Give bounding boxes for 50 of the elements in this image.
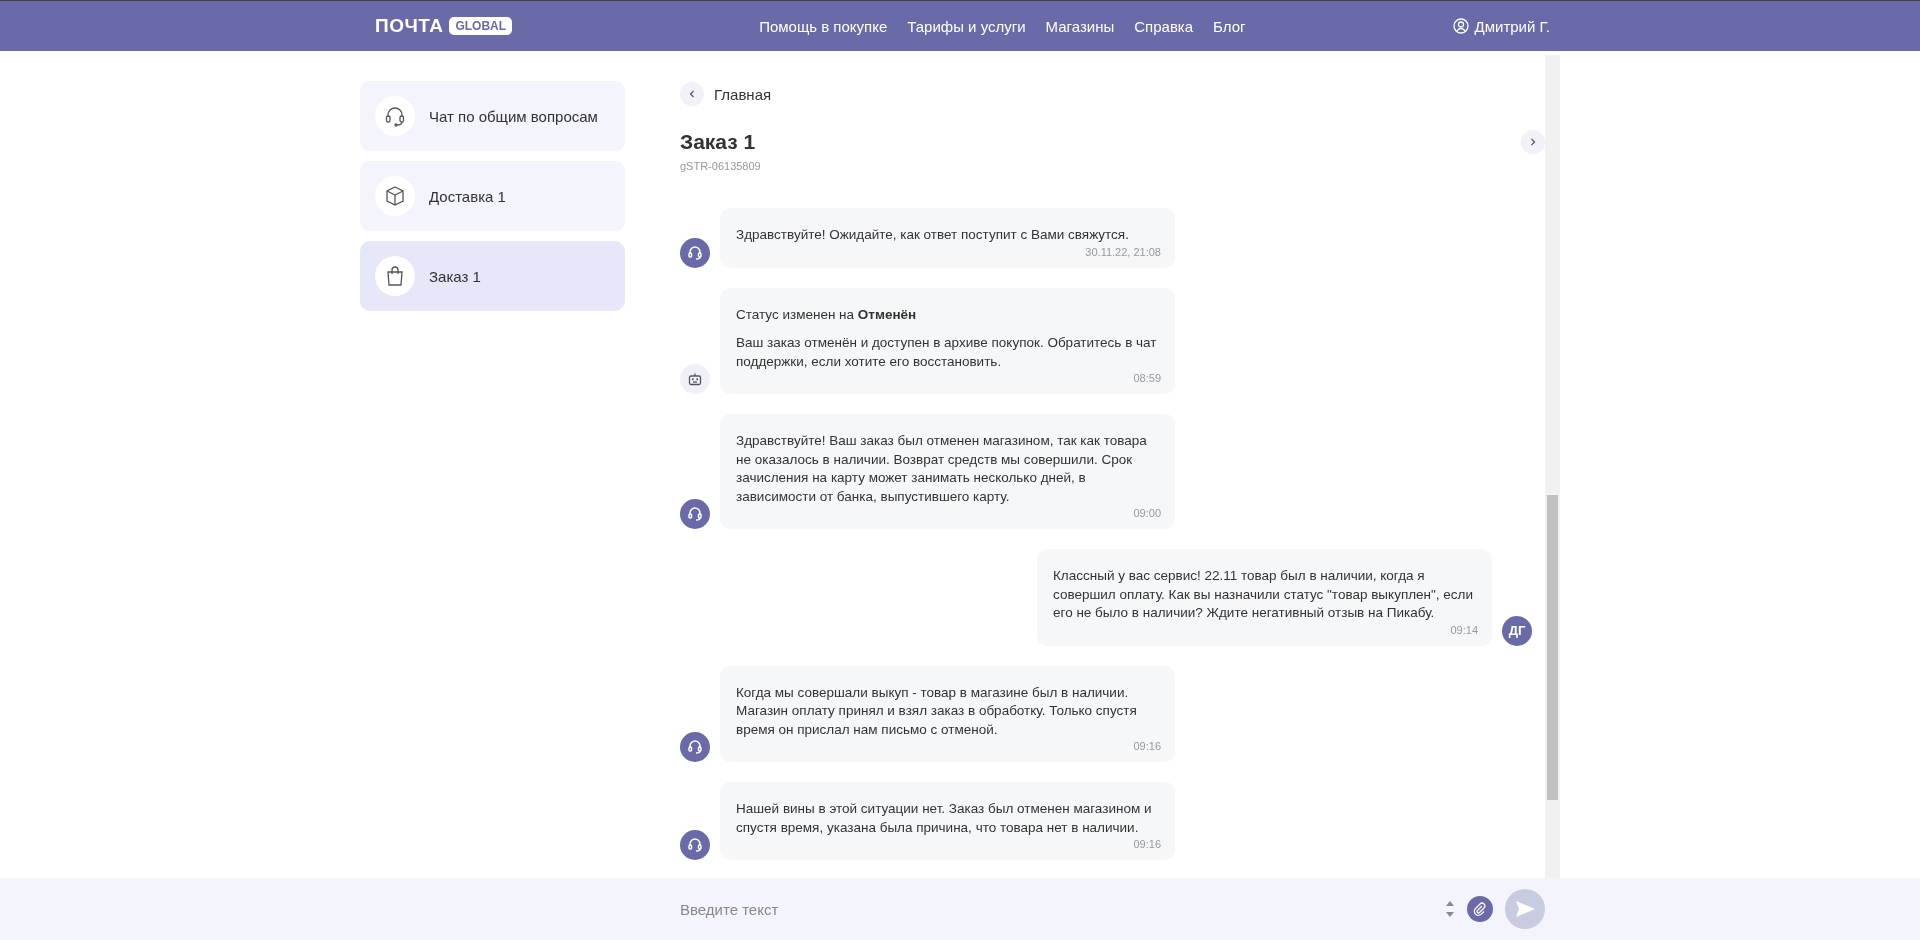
message-text: Статус изменен на Отменён [736, 305, 918, 324]
chevron-left-icon [687, 89, 697, 99]
nav-link[interactable]: Помощь в покупке [759, 17, 888, 35]
attach-button[interactable] [1467, 896, 1493, 922]
chat-title: Чат по общим вопросам [429, 107, 598, 125]
next-button[interactable] [1521, 130, 1545, 154]
headset-icon [687, 837, 703, 853]
page-title: Заказ 1 [680, 130, 756, 154]
nav-link[interactable]: Справка [1134, 17, 1194, 35]
nav-link[interactable]: Магазины [1045, 17, 1115, 35]
robot-icon [687, 371, 703, 387]
box-icon [383, 184, 407, 208]
message-text: Когда мы совершали выкуп - товар в магазине был в наличии. Магазин оплату принял и взял заказ в обработку. Только спустя время он прислал нам письмо с отменой. [736, 683, 1138, 739]
message-time: 09:16 [1132, 740, 1161, 752]
chat-list-item[interactable]: Доставка 1 [360, 161, 625, 231]
scrollbar-thumb[interactable] [1547, 495, 1558, 800]
back-button[interactable] [680, 82, 704, 106]
headset-icon [383, 104, 407, 128]
user-icon [1452, 18, 1469, 34]
send-button[interactable] [1505, 889, 1545, 929]
headset-icon [687, 739, 703, 755]
headset-icon [687, 506, 703, 522]
paperclip-icon [1473, 902, 1487, 916]
message-time: 30.11.22, 21:08 [1084, 245, 1161, 258]
scrollbar[interactable] [1545, 55, 1560, 878]
nav-link[interactable]: Тарифы и услуги [907, 17, 1026, 35]
chat-list-item[interactable]: Заказ 1 [360, 241, 625, 311]
message-text: Ваш заказ отменён и доступен в архиве покупок. Обратитесь в чат поддержки, если хотите его восстановить. [736, 334, 1158, 371]
chat-title: Заказ 1 [429, 267, 481, 285]
message-time: 09:00 [1132, 507, 1161, 519]
back-link[interactable]: Главная [714, 85, 772, 103]
message-text: Здравствуйте! Ожидайте, как ответ поступит с Вами свяжутся. [736, 226, 1130, 244]
message-time: 09:14 [1449, 623, 1478, 636]
message-text: Здравствуйте! Ваш заказ был отменен магазином, так как товара не оказалось в наличии. Возврат средств мы совершили. Срок зачисления на карту может занимать несколько дней, в зависимости от банка, выпустившего карту. [736, 432, 1148, 506]
nav-link[interactable]: Блог [1213, 17, 1246, 35]
message-text: Классный у вас сервис! 22.11 товар был в наличии, когда я совершил оплату. Как вы назначили статус "товар выкуплен", если его не было в наличии? Ждите негативный отзыв на Пикабу. [1053, 567, 1474, 622]
chat-title: Доставка 1 [429, 187, 506, 205]
chevron-right-icon [1528, 137, 1538, 147]
user-avatar: ДГ [1502, 615, 1532, 646]
send-icon [1514, 898, 1536, 920]
order-id: gSTR-06135809 [680, 160, 762, 172]
headset-icon [687, 244, 703, 261]
logo[interactable]: ПОЧТА [375, 15, 444, 37]
message-composer[interactable]: Введите текст [0, 878, 1920, 940]
message-time: 09:16 [1132, 838, 1161, 850]
message-time: 08:59 [1132, 372, 1161, 384]
chat-list-item[interactable]: Чат по общим вопросам [360, 81, 625, 151]
user-menu[interactable]: Дмитрий Г. [1452, 17, 1550, 35]
message-text: Нашей вины в этой ситуации нет. Заказ был отменен магазином и спустя время, указана была причина, что товара нет в наличии. [736, 800, 1153, 837]
logo-badge: GLOBAL [449, 17, 513, 35]
